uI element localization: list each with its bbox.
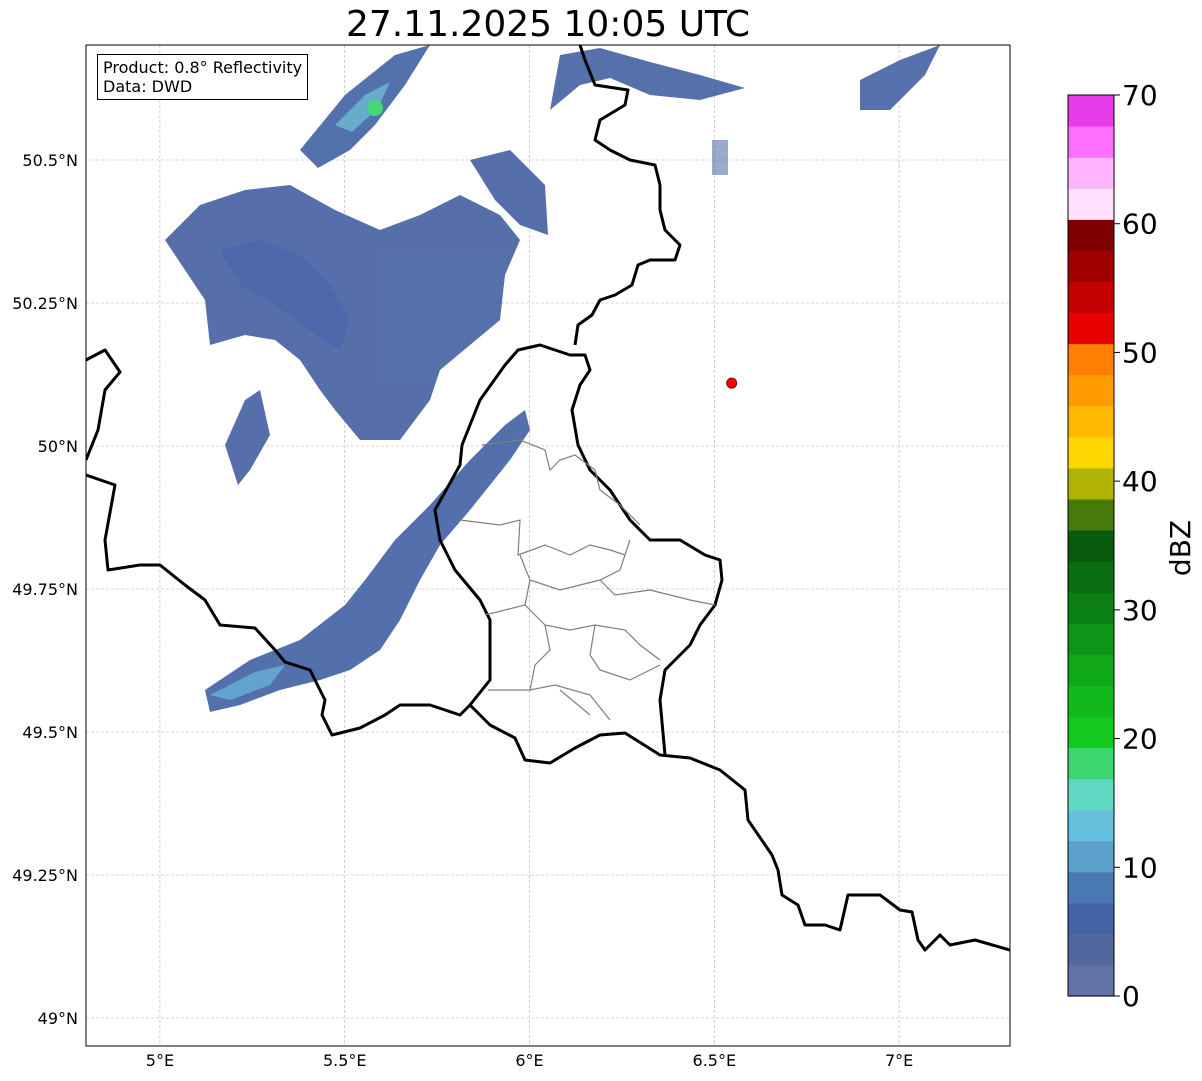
lat-tick-label: 50°N [38, 437, 78, 456]
colorbar-segment [1068, 964, 1114, 997]
lon-tick-label: 6°E [515, 1051, 543, 1070]
country-borders [86, 45, 1010, 952]
colorbar-tick-label: 20 [1122, 723, 1158, 756]
info-box: Product: 0.8° Reflectivity Data: DWD [97, 54, 309, 100]
echo-north-peak [367, 100, 383, 116]
colorbar-segment [1068, 809, 1114, 842]
colorbar-segment [1068, 561, 1114, 593]
colorbar-tick-label: 70 [1122, 79, 1158, 112]
radar-site-marker [726, 377, 738, 389]
colorbar-segment [1068, 529, 1114, 562]
echo-top-right [860, 45, 940, 110]
lat-tick-label: 49°N [38, 1009, 78, 1028]
lon-tick-label: 6.5°E [693, 1051, 737, 1070]
colorbar-segment [1068, 592, 1114, 624]
colorbar-segment [1068, 281, 1114, 314]
lat-tick-label: 49.75°N [12, 580, 78, 599]
colorbar-tick-label: 10 [1122, 851, 1158, 884]
product-text: Product: 0.8° Reflectivity [103, 58, 303, 77]
colorbar-tick-label: 0 [1122, 980, 1140, 1013]
colorbar-tick-label: 50 [1122, 336, 1158, 369]
echo-speckle [712, 140, 728, 175]
admin-boundaries [459, 439, 716, 721]
colorbar-segment [1068, 747, 1114, 780]
lon-tick-label: 5°E [146, 1051, 174, 1070]
colorbar: 0 10 20 30 40 50 60 70 [1067, 79, 1158, 1013]
colorbar-segment [1068, 95, 1114, 127]
colorbar-segment [1068, 188, 1114, 220]
lon-tick-label: 7°E [885, 1051, 913, 1070]
colorbar-segment [1068, 436, 1114, 469]
canton-lines-mid [459, 519, 631, 556]
lat-tick-label: 49.5°N [22, 723, 78, 742]
border-be-nl [86, 348, 122, 461]
colorbar-segment [1068, 157, 1114, 189]
colorbar-segment [1068, 312, 1114, 345]
colorbar-segment [1068, 840, 1114, 873]
colorbar-segment [1068, 933, 1114, 966]
colorbar-tick-label: 30 [1122, 594, 1158, 627]
colorbar-segment [1068, 343, 1114, 376]
echo-small-west [225, 390, 270, 485]
colorbar-segment [1068, 902, 1114, 935]
colorbar-tick-label: 60 [1122, 208, 1158, 241]
colorbar-label: dBZ [1164, 520, 1197, 576]
lat-tick-label: 50.25°N [12, 294, 78, 313]
lat-tick-label: 50.5°N [22, 151, 78, 170]
colorbar-segment [1068, 498, 1114, 531]
colorbar-segment [1068, 716, 1114, 749]
canton-lines-mid2 [484, 554, 716, 616]
colorbar-segment [1068, 871, 1114, 904]
colorbar-segment [1068, 374, 1114, 407]
colorbar-segment [1068, 467, 1114, 500]
colorbar-segment [1068, 778, 1114, 811]
source-text: Data: DWD [103, 77, 193, 96]
radar-echoes [165, 45, 940, 712]
colorbar-segment [1068, 685, 1114, 717]
colorbar-segment [1068, 405, 1114, 438]
canton-lines-south [524, 604, 661, 721]
colorbar-segment [1068, 219, 1114, 251]
colorbar-segment [1068, 654, 1114, 686]
echo-top-center [550, 48, 745, 110]
border-lu [433, 343, 724, 756]
lat-tick-label: 49.25°N [12, 866, 78, 885]
radar-map: 5°E 5.5°E 6°E 6.5°E 7°E 49°N 49.25°N 49.5°N 49.7… [12, 44, 1197, 1070]
colorbar-segment [1068, 126, 1114, 158]
colorbar-segment [1068, 623, 1114, 655]
canton-lines-west [488, 689, 591, 716]
colorbar-segment [1068, 250, 1114, 283]
lon-tick-label: 5.5°E [323, 1051, 367, 1070]
colorbar-tick-label: 40 [1122, 465, 1158, 498]
